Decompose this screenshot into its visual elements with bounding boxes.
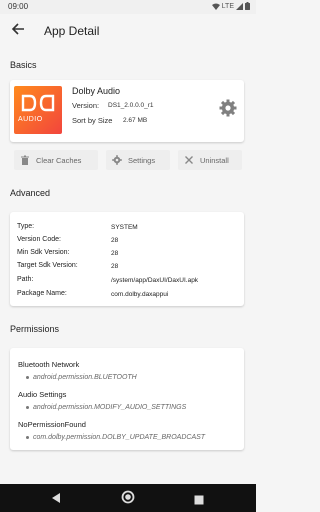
bullet-icon (26, 435, 29, 439)
settings-button[interactable]: Settings (106, 150, 170, 170)
close-icon (185, 156, 193, 164)
permission-item: android.permission.MODIFY_AUDIO_SETTINGS (26, 404, 186, 411)
nav-recents-icon[interactable] (194, 492, 204, 510)
section-permissions-title: Permissions (10, 324, 60, 334)
trash-icon (21, 155, 29, 165)
toolbar (0, 14, 256, 50)
type-label: Type: (17, 223, 35, 230)
sort-by-size-label[interactable]: Sort by Size (72, 116, 112, 125)
min-sdk-label: Min Sdk Version: (17, 249, 70, 256)
permission-item: com.dolby.permission.DOLBY_UPDATE_BROADC… (26, 434, 205, 441)
gear-icon[interactable] (218, 98, 238, 118)
status-time: 09:00 (8, 2, 29, 11)
bullet-icon (26, 375, 29, 379)
min-sdk-value: 28 (111, 250, 119, 257)
permission-name: com.dolby.permission.DOLBY_UPDATE_BROADC… (33, 434, 206, 441)
signal-icon (236, 2, 243, 10)
version-label: Version: (72, 101, 100, 110)
permission-item: android.permission.BLUETOOTH (26, 374, 137, 381)
battery-icon (245, 2, 250, 10)
version-value: DS1_2.0.0.0_r1 (108, 102, 154, 109)
status-icons: LTE (211, 2, 250, 10)
section-advanced-title: Advanced (10, 188, 51, 198)
package-name-value: com.dolby.daxappui (111, 291, 169, 298)
back-arrow-icon[interactable] (10, 22, 26, 38)
path-label: Path: (17, 276, 34, 283)
path-value: /system/app/DaxUI/DaxUI.apk (111, 277, 199, 284)
type-value: SYSTEM (111, 224, 138, 231)
permission-group-title: Bluetooth Network (18, 360, 80, 369)
app-name: Dolby Audio (72, 86, 121, 96)
clear-caches-label: Clear Caches (36, 155, 82, 165)
nav-back-icon[interactable] (50, 491, 62, 509)
bullet-icon (26, 405, 29, 409)
permission-name: android.permission.BLUETOOTH (33, 374, 137, 381)
size-value: 2.67 MB (123, 117, 148, 124)
target-sdk-value: 28 (111, 263, 119, 270)
uninstall-button[interactable]: Uninstall (178, 150, 242, 170)
uninstall-label: Uninstall (200, 155, 229, 165)
permission-name: android.permission.MODIFY_AUDIO_SETTINGS (33, 404, 187, 411)
page-title: App Detail (44, 24, 100, 38)
permission-group-title: Audio Settings (18, 390, 67, 399)
version-code-label: Version Code: (17, 236, 61, 243)
wifi-icon (211, 3, 220, 10)
settings-gear-icon (112, 155, 122, 165)
package-name-label: Package Name: (17, 290, 67, 297)
nav-home-icon[interactable] (121, 490, 135, 509)
permission-group-title: NoPermissionFound (18, 420, 86, 429)
clear-caches-button[interactable]: Clear Caches (14, 150, 98, 170)
section-basics-title: Basics (10, 60, 37, 70)
dolby-logo-icon (21, 94, 55, 112)
app-icon (14, 86, 62, 134)
settings-label: Settings (128, 155, 156, 165)
app-icon-text: AUDIO (18, 116, 43, 123)
network-label: LTE (221, 2, 234, 10)
version-code-value: 28 (111, 237, 119, 244)
target-sdk-label: Target Sdk Version: (17, 262, 78, 269)
